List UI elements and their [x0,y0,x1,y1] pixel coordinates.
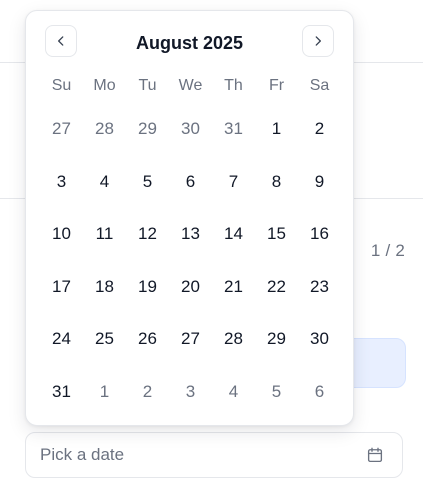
calendar-day[interactable]: 31 [40,366,83,419]
calendar-day[interactable]: 25 [83,313,126,366]
calendar-popover: August 2025 Su Mo Tu We Th Fr Sa 27 28 29 30 31 1 2 3… [25,10,354,426]
calendar-day[interactable]: 19 [126,261,169,314]
weekday-label: Tu [138,77,157,94]
calendar-day[interactable]: 24 [40,313,83,366]
calendar-day-outside-month[interactable]: 6 [298,366,341,419]
calendar-day[interactable]: 21 [212,261,255,314]
calendar-day[interactable]: 3 [40,156,83,209]
weekday-header-row: Su Mo Tu We Th Fr Sa [40,77,340,95]
next-month-button[interactable] [302,25,334,57]
date-input-placeholder: Pick a date [40,445,125,464]
calendar-day[interactable]: 16 [298,208,341,261]
weekday-label: We [178,77,203,94]
calendar-day-outside-month[interactable]: 31 [212,103,255,156]
calendar-day[interactable]: 13 [169,208,212,261]
calendar-day[interactable]: 8 [255,156,298,209]
calendar-day-outside-month[interactable]: 5 [255,366,298,419]
calendar-day[interactable]: 27 [169,313,212,366]
weekday-label: Mo [93,77,116,94]
calendar-day-outside-month[interactable]: 2 [126,366,169,419]
calendar-day[interactable]: 7 [212,156,255,209]
weekday-label: Fr [268,77,285,94]
weekday-label: Sa [309,77,330,94]
calendar-day[interactable]: 5 [126,156,169,209]
calendar-day-outside-month[interactable]: 28 [83,103,126,156]
calendar-day[interactable]: 2 [298,103,341,156]
calendar-day-outside-month[interactable]: 29 [126,103,169,156]
calendar-icon [367,447,383,463]
calendar-day[interactable]: 12 [126,208,169,261]
chevron-right-icon [315,36,321,46]
pagination-indicator: 1 / 2 [370,241,405,260]
calendar-day[interactable]: 6 [169,156,212,209]
calendar-day[interactable]: 14 [212,208,255,261]
calendar-day[interactable]: 18 [83,261,126,314]
calendar-day-outside-month[interactable]: 1 [83,366,126,419]
calendar-day[interactable]: 1 [255,103,298,156]
calendar-day[interactable]: 9 [298,156,341,209]
weekday-label: Su [51,77,72,94]
calendar-day-outside-month[interactable]: 27 [40,103,83,156]
day-grid: 27 28 29 30 31 1 2 3 4 5 6 7 8 9 10 11 12 13 14 15 16 17 18 19 2… [40,103,341,418]
calendar-day[interactable]: 17 [40,261,83,314]
calendar-day[interactable]: 23 [298,261,341,314]
calendar-day[interactable]: 26 [126,313,169,366]
calendar-day[interactable]: 15 [255,208,298,261]
date-picker-input[interactable]: Pick a date [25,432,403,478]
calendar-day-outside-month[interactable]: 30 [169,103,212,156]
calendar-day[interactable]: 22 [255,261,298,314]
calendar-day[interactable]: 29 [255,313,298,366]
calendar-day[interactable]: 28 [212,313,255,366]
calendar-day[interactable]: 4 [83,156,126,209]
calendar-day-outside-month[interactable]: 3 [169,366,212,419]
calendar-day[interactable]: 30 [298,313,341,366]
weekday-label: Th [224,77,243,94]
calendar-day[interactable]: 10 [40,208,83,261]
calendar-day[interactable]: 20 [169,261,212,314]
calendar-day-outside-month[interactable]: 4 [212,366,255,419]
calendar-day[interactable]: 11 [83,208,126,261]
